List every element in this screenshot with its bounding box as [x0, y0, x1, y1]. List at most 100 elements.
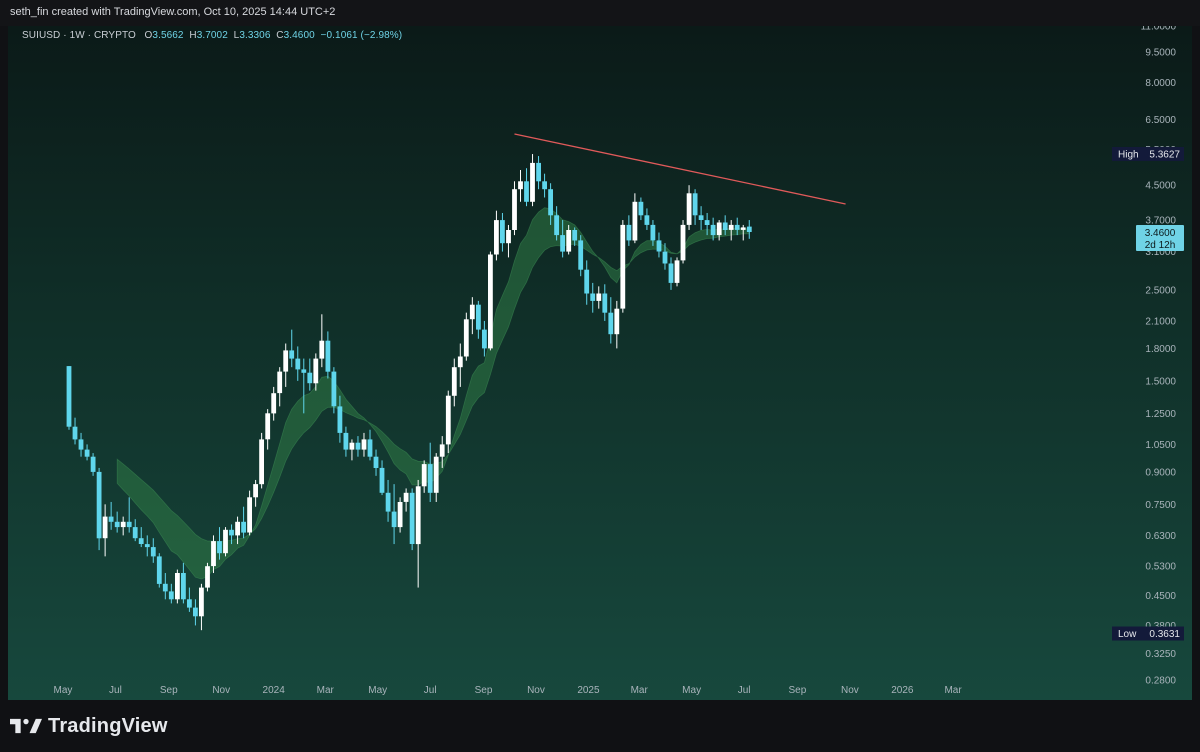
candle-body	[698, 215, 704, 220]
x-tick-label: Mar	[317, 685, 335, 696]
open-value: 3.5662	[152, 30, 184, 41]
x-tick-label: Jul	[424, 685, 437, 696]
candle-body	[433, 456, 439, 493]
x-tick-label: May	[368, 685, 387, 696]
candlestick-chart[interactable]: 11.00009.50008.00006.50005.50004.50003.7…	[8, 26, 1192, 700]
tradingview-logo[interactable]: TradingView	[10, 712, 168, 740]
candle-body	[716, 222, 722, 236]
y-tick-label: 1.5000	[1145, 376, 1176, 387]
y-tick-label: 3.7000	[1145, 216, 1176, 227]
x-tick-label: Nov	[212, 685, 230, 696]
x-tick-label: Jul	[738, 685, 751, 696]
candle-body	[126, 521, 132, 528]
candle-body	[500, 220, 505, 244]
y-tick-label: 0.3250	[1145, 649, 1176, 660]
candle-body	[277, 371, 283, 394]
candle-body	[710, 224, 716, 236]
candle-body	[90, 456, 96, 472]
candle-body	[187, 599, 192, 608]
candle-body	[590, 293, 596, 301]
change-value: −0.1061 (−2.98%)	[320, 30, 403, 41]
candle-body	[476, 304, 481, 330]
candle-body	[560, 235, 565, 252]
y-tick-label: 0.4500	[1145, 591, 1176, 602]
candle-body	[379, 467, 385, 493]
chart-window: seth_fin created with TradingView.com, O…	[0, 0, 1200, 752]
candle-body	[746, 226, 752, 232]
candle-body	[223, 529, 228, 554]
last-price-label-text: 2d 12h	[1145, 240, 1176, 251]
candle-body	[205, 566, 210, 588]
candle-body	[235, 521, 240, 536]
footer: TradingView	[0, 700, 1200, 752]
symbol-legend: SUIUSD · 1W · CRYPTO O3.5662 H3.7002 L3.…	[22, 30, 402, 41]
candle-body	[614, 308, 620, 335]
y-tick-label: 0.6300	[1145, 531, 1176, 542]
candle-body	[168, 591, 174, 600]
candle-body	[247, 497, 252, 533]
brand-text: TradingView	[48, 714, 168, 737]
candle-body	[114, 521, 120, 528]
candle-body	[66, 366, 72, 427]
attribution-bar: seth_fin created with TradingView.com, O…	[0, 0, 1200, 26]
candle-body	[740, 227, 746, 230]
candle-body	[596, 293, 602, 301]
candle-body	[193, 607, 198, 617]
candle-body	[337, 406, 343, 433]
candle-body	[373, 456, 379, 468]
candle-body	[602, 293, 608, 313]
x-tick-label: Nov	[527, 685, 545, 696]
candle-body	[229, 529, 234, 536]
candle-body	[156, 556, 162, 584]
candle-body	[722, 222, 728, 230]
y-tick-label: 11.0000	[1141, 26, 1177, 33]
candle-body	[463, 319, 469, 357]
last-price-label-text: 3.4600	[1145, 228, 1176, 239]
candle-body	[608, 312, 614, 335]
candle-body	[361, 439, 367, 450]
x-tick-label: Sep	[160, 685, 178, 696]
y-tick-label: 1.2500	[1145, 409, 1176, 420]
y-tick-label: 0.9000	[1145, 467, 1176, 478]
candle-body	[403, 492, 409, 502]
candle-body	[427, 464, 433, 493]
y-tick-label: 6.5000	[1145, 115, 1176, 126]
candle-body	[439, 444, 445, 457]
candle-body	[584, 269, 590, 294]
y-tick-label: 0.5300	[1145, 562, 1176, 573]
candle-body	[120, 521, 126, 528]
candle-body	[132, 527, 138, 539]
y-tick-label: 9.5000	[1145, 48, 1176, 59]
candle-body	[542, 181, 547, 190]
chart-area[interactable]: 11.00009.50008.00006.50005.50004.50003.7…	[8, 26, 1192, 700]
candle-body	[391, 511, 397, 528]
y-tick-label: 0.2800	[1145, 675, 1176, 686]
candle-body	[656, 240, 662, 252]
candle-body	[578, 240, 584, 270]
candle-body	[704, 220, 710, 225]
candle-body	[680, 224, 686, 261]
candle-body	[72, 426, 78, 440]
candle-body	[349, 442, 355, 450]
candle-body	[469, 304, 475, 320]
y-tick-label: 0.7500	[1145, 500, 1176, 511]
candle-body	[241, 521, 246, 533]
candle-body	[638, 201, 644, 216]
x-tick-label: May	[54, 685, 73, 696]
candle-body	[518, 181, 523, 190]
candle-body	[295, 358, 301, 370]
candle-body	[445, 395, 451, 445]
high-price-tag-value: 5.3627	[1149, 149, 1180, 160]
candle-body	[343, 432, 349, 450]
candle-body	[217, 541, 222, 554]
candle-body	[409, 492, 415, 544]
candle-body	[108, 516, 114, 522]
x-tick-label: Sep	[789, 685, 807, 696]
candle-body	[271, 393, 277, 414]
candle-body	[150, 547, 156, 557]
y-tick-label: 1.0500	[1145, 440, 1176, 451]
candle-body	[548, 189, 553, 216]
x-tick-label: Nov	[841, 685, 859, 696]
close-value: 3.4600	[283, 30, 315, 41]
symbol-name: SUIUSD · 1W · CRYPTO	[22, 30, 136, 41]
